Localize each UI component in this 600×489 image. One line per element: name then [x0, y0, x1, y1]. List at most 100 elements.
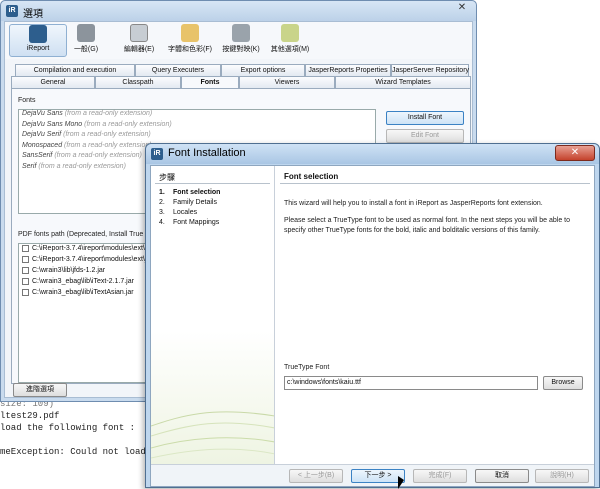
- help-button[interactable]: 說明(H): [535, 469, 589, 483]
- dialog-title-bar[interactable]: iR Font Installation ✕: [146, 144, 599, 164]
- step-label: Font Mappings: [173, 219, 220, 226]
- browse-button[interactable]: Browse: [543, 376, 583, 390]
- font-item[interactable]: DejaVu Sans Mono (from a read-only exten…: [19, 121, 375, 132]
- console-line: load the following font :: [0, 423, 136, 433]
- tab-row-2: General Classpath Fonts Viewers Wizard T…: [11, 76, 471, 88]
- path-text: C:\iReport-3.7.4\ireport\modules\ext\hsq: [32, 245, 157, 252]
- steps-header: 步驟: [159, 173, 175, 182]
- app-icon: iR: [151, 148, 163, 160]
- step-label: Locales: [173, 209, 198, 216]
- tab-row-1: Compilation and execution Query Executer…: [11, 64, 471, 76]
- options-toolbar: iReport 一般(G) 編輯器(E) 字體和色彩(F) 按鍵對映(K) 其他…: [5, 22, 472, 59]
- dialog-button-bar: < 上一步(B) 下一步 > 完成(F) 取消 說明(H): [151, 464, 594, 486]
- dialog-body: 步驟 1. Font selection 2. Family Details 3. L…: [150, 165, 595, 487]
- font-name: Monospaced: [22, 141, 63, 149]
- step-label: Font selection: [173, 189, 221, 196]
- toolbar-misc-button[interactable]: 其他選項(M): [261, 24, 319, 57]
- wrench-icon: [77, 24, 95, 42]
- cancel-button[interactable]: 取消: [475, 469, 529, 483]
- tab-jasperserver-repository[interactable]: JasperServer Repository: [391, 64, 469, 76]
- path-checkbox[interactable]: [22, 278, 29, 285]
- toolbar-general-button[interactable]: 一般(G): [57, 24, 115, 57]
- font-note: (from a read-only extension): [64, 110, 153, 117]
- font-name: DejaVu Serif: [22, 131, 62, 138]
- step-item: 4. Font Mappings: [159, 219, 219, 226]
- advanced-options-button[interactable]: 進階選項: [13, 383, 67, 397]
- steps-divider: [155, 183, 270, 184]
- wizard-intro-text: This wizard will help you to install a f…: [284, 200, 543, 207]
- toolbar-label: 一般(G): [73, 46, 99, 53]
- tab-compilation[interactable]: Compilation and execution: [15, 64, 135, 76]
- font-note: (from a read-only extension): [63, 131, 151, 138]
- step-label: Family Details: [173, 199, 217, 206]
- editor-icon: [130, 24, 148, 42]
- options-title-bar[interactable]: iR 選項 ✕: [1, 1, 476, 21]
- font-installation-dialog: iR Font Installation ✕ 步驟 1. Font selecti…: [145, 143, 600, 488]
- content-divider: [280, 183, 590, 184]
- path-text: C:\wrain3_ebag\lib\iTextAsian.jar: [32, 289, 134, 296]
- mouse-cursor-icon: [398, 476, 404, 489]
- path-checkbox[interactable]: [22, 267, 29, 274]
- step-number: 3.: [159, 209, 165, 216]
- tab-classpath[interactable]: Classpath: [95, 76, 181, 88]
- path-checkbox[interactable]: [22, 256, 29, 263]
- pdf-fonts-path-label: PDF fonts path (Deprecated, Install True…: [18, 231, 161, 238]
- step-item: 3. Locales: [159, 209, 197, 216]
- close-icon[interactable]: ✕: [454, 2, 470, 16]
- edit-font-button[interactable]: Edit Font: [386, 129, 464, 143]
- wizard-instructions-text: Please select a TrueType font to be used…: [284, 217, 571, 234]
- toolbar-label: 編輯器(E): [123, 46, 155, 53]
- dialog-title: Font Installation: [168, 147, 246, 159]
- path-text: C:\wrain3_ebag\lib\iText-2.1.7.jar: [32, 278, 134, 285]
- font-name: Serif: [22, 162, 37, 170]
- content-header: Font selection: [284, 172, 339, 181]
- console-output: size: 109) ltest29.pdf load the followin…: [0, 398, 160, 488]
- tab-fonts[interactable]: Fonts: [181, 76, 239, 88]
- step-item: 2. Family Details: [159, 199, 217, 206]
- options-title: 選項: [23, 9, 43, 20]
- close-icon[interactable]: ✕: [555, 145, 595, 161]
- toolbar-label: 其他選項(M): [270, 46, 310, 53]
- tab-viewers[interactable]: Viewers: [239, 76, 335, 88]
- toolbar-fonts-colors-button[interactable]: 字體和色彩(F): [161, 24, 219, 57]
- path-text: C:\wrain3\lib\jfds-1.2.jar: [32, 267, 106, 274]
- content-pane: Font selection This wizard will help you…: [276, 166, 594, 466]
- path-checkbox[interactable]: [22, 245, 29, 252]
- font-note: (from a read-only extension): [84, 120, 172, 128]
- step-number: 1.: [159, 189, 165, 196]
- finish-button[interactable]: 完成(F): [413, 469, 467, 483]
- fonts-label: Fonts: [18, 97, 36, 104]
- path-checkbox[interactable]: [22, 289, 29, 296]
- back-button[interactable]: < 上一步(B): [289, 469, 343, 483]
- ttf-label: TrueType Font: [284, 364, 330, 371]
- ttf-path-input[interactable]: c:\windows\fonts\kaiu.ttf: [284, 376, 538, 390]
- font-name: SansSerif: [22, 152, 53, 159]
- font-item[interactable]: DejaVu Serif (from a read-only extension…: [19, 131, 375, 142]
- ireport-icon: [29, 25, 47, 43]
- console-line: meException: Could not load the fo: [0, 447, 160, 457]
- misc-icon: [281, 24, 299, 42]
- tab-wizard-templates[interactable]: Wizard Templates: [335, 76, 471, 88]
- steps-pane: 步驟 1. Font selection 2. Family Details 3. L…: [151, 166, 275, 466]
- path-text: C:\iReport-3.7.4\ireport\modules\ext\jas…: [32, 256, 158, 263]
- install-font-button[interactable]: Install Font: [386, 111, 464, 125]
- toolbar-editor-button[interactable]: 編輯器(E): [110, 24, 168, 57]
- app-icon: iR: [6, 5, 18, 17]
- font-note: (from a read-only extension): [64, 141, 152, 149]
- toolbar-label: 字體和色彩(F): [168, 46, 212, 53]
- font-note: (from a read-only extension): [54, 152, 142, 159]
- console-line: ltest29.pdf: [0, 411, 60, 421]
- tab-general[interactable]: General: [11, 76, 95, 88]
- keymap-icon: [232, 24, 250, 42]
- tab-export-options[interactable]: Export options: [221, 64, 305, 76]
- font-name: DejaVu Sans Mono: [22, 120, 83, 128]
- tab-jasperreports-properties[interactable]: JasperReports Properties: [305, 64, 391, 76]
- fonts-colors-icon: [181, 24, 199, 42]
- font-item[interactable]: DejaVu Sans (from a read-only extension): [19, 110, 375, 121]
- tab-query-executers[interactable]: Query Executers: [135, 64, 221, 76]
- next-button[interactable]: 下一步 >: [351, 469, 405, 483]
- step-item: 1. Font selection: [159, 189, 220, 196]
- options-tabs: Compilation and execution Query Executer…: [11, 64, 471, 88]
- font-name: DejaVu Sans: [22, 110, 63, 117]
